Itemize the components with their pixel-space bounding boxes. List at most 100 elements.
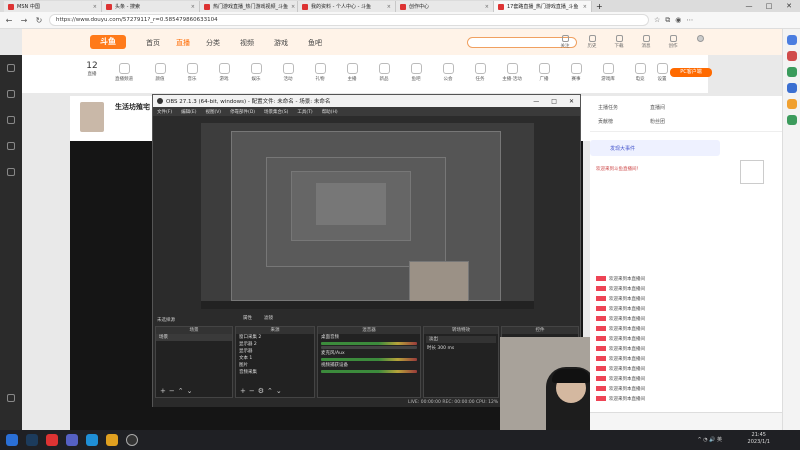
- close-icon[interactable]: ×: [291, 4, 295, 10]
- source-item[interactable]: 显示器 2: [236, 341, 314, 348]
- browser-tab[interactable]: 创作中心 ×: [396, 1, 494, 12]
- category-item[interactable]: 直播频道: [104, 59, 144, 82]
- new-tab-button[interactable]: +: [592, 1, 607, 12]
- shopping-icon[interactable]: [786, 51, 797, 61]
- nav-live[interactable]: 直播: [176, 38, 190, 48]
- nav-video[interactable]: 视频: [240, 38, 254, 48]
- sidebar-item[interactable]: [0, 133, 22, 159]
- source-item[interactable]: 文本 1: [236, 355, 314, 362]
- filters-button[interactable]: 滤镜: [264, 315, 273, 321]
- chat-input[interactable]: [590, 412, 782, 430]
- obs-menu-tools[interactable]: 工具(T): [297, 109, 312, 115]
- steam-icon[interactable]: [26, 434, 38, 446]
- source-toolbar: 属性 滤镜: [243, 315, 273, 321]
- browser-tab[interactable]: 热门游戏直播_热门游戏视频_斗鱼 ×: [200, 1, 298, 12]
- streamer-avatar[interactable]: [80, 102, 104, 132]
- url-input[interactable]: https://www.douyu.com/5727911?_r=0.58547…: [49, 14, 649, 26]
- nav-games[interactable]: 游戏: [274, 38, 288, 48]
- favorites-icon[interactable]: ☆: [654, 16, 660, 24]
- minimize-button[interactable]: —: [740, 0, 758, 12]
- chat-message: 欢迎来到本直播间: [596, 326, 645, 332]
- forward-icon[interactable]: →: [19, 16, 29, 25]
- header-download[interactable]: 下载: [604, 35, 634, 49]
- app-icon[interactable]: [66, 434, 78, 446]
- obs-menu-view[interactable]: 视图(V): [205, 109, 221, 115]
- obs-menu-help[interactable]: 帮助(H): [322, 109, 338, 115]
- sidebar-item[interactable]: [0, 385, 22, 411]
- obs-menu-docks[interactable]: 停靠部件(D): [230, 109, 255, 115]
- browser-tab[interactable]: MSN 中国 ×: [4, 1, 102, 12]
- chat-message: 欢迎来到本直播间: [596, 346, 645, 352]
- collections-icon[interactable]: ⧉: [665, 16, 670, 25]
- site-logo[interactable]: 斗鱼: [90, 35, 126, 49]
- office-icon[interactable]: [786, 83, 797, 93]
- tab-label: 我的资料 - 个人中心 - 斗鱼: [311, 4, 371, 10]
- browser-tab[interactable]: 我的资料 - 个人中心 - 斗鱼 ×: [298, 1, 396, 12]
- browser-tab[interactable]: 头条 - 搜索 ×: [102, 1, 200, 12]
- tab-rank[interactable]: 贡献榜: [598, 118, 613, 125]
- close-icon[interactable]: ✕: [569, 98, 574, 105]
- header-message[interactable]: 消息: [631, 35, 661, 49]
- header-history[interactable]: 历史: [577, 35, 607, 49]
- tab-fans[interactable]: 粉丝团: [650, 118, 665, 125]
- app-icon[interactable]: [46, 434, 58, 446]
- close-icon[interactable]: ×: [583, 4, 587, 10]
- tab-room[interactable]: 直播间: [650, 104, 665, 111]
- scene-controls[interactable]: +−⌃⌄: [160, 387, 195, 395]
- transition-select[interactable]: 淡出: [426, 336, 496, 343]
- obs-icon[interactable]: [126, 434, 138, 446]
- games-icon[interactable]: [786, 99, 797, 109]
- edge-icon[interactable]: [86, 434, 98, 446]
- source-item[interactable]: 图片: [236, 362, 314, 369]
- close-icon[interactable]: ×: [191, 4, 195, 10]
- profile-icon[interactable]: ◉: [675, 16, 681, 24]
- refresh-icon[interactable]: ↻: [34, 16, 44, 25]
- system-tray[interactable]: ^ ◔ 🔊 英: [697, 436, 722, 443]
- sidebar-item[interactable]: [0, 55, 22, 81]
- source-item[interactable]: 音频采集: [236, 369, 314, 376]
- header-user-avatar[interactable]: [685, 35, 715, 43]
- start-icon[interactable]: [6, 434, 18, 446]
- header-follow[interactable]: 关注: [550, 35, 580, 49]
- obs-preview[interactable]: [201, 123, 534, 309]
- add-icon[interactable]: [786, 115, 797, 125]
- close-icon[interactable]: ×: [485, 4, 489, 10]
- more-icon[interactable]: ⋯: [686, 16, 693, 24]
- properties-button[interactable]: 属性: [243, 315, 252, 321]
- maximize-button[interactable]: □: [760, 0, 778, 12]
- close-icon[interactable]: ×: [93, 4, 97, 10]
- scene-item[interactable]: 场景: [156, 334, 232, 341]
- folder-icon[interactable]: [106, 434, 118, 446]
- sidebar-item[interactable]: [0, 159, 22, 185]
- maximize-icon[interactable]: □: [551, 98, 557, 105]
- window-close-button[interactable]: ✕: [780, 0, 798, 12]
- source-item[interactable]: 窗口采集 2: [236, 334, 314, 341]
- duration-input[interactable]: 时长 300 ms: [424, 345, 498, 352]
- category-label: 礼物: [315, 77, 325, 82]
- search-icon[interactable]: [786, 35, 797, 45]
- browser-tab-active[interactable]: 17套路直播_热门游戏直播_斗鱼 ×: [494, 1, 592, 12]
- volume-slider[interactable]: [321, 346, 417, 349]
- tools-icon[interactable]: [786, 67, 797, 77]
- event-banner[interactable]: 发现大事件: [590, 140, 720, 156]
- pc-client-button[interactable]: PC客户端: [670, 68, 712, 77]
- minimize-icon[interactable]: —: [533, 98, 539, 105]
- nav-category[interactable]: 分类: [206, 38, 220, 48]
- chat-message: 欢迎来到本直播间: [596, 316, 645, 322]
- streamer-name[interactable]: 生活坊殖宅: [115, 102, 150, 112]
- back-icon[interactable]: ←: [4, 16, 14, 25]
- close-icon[interactable]: ×: [387, 4, 391, 10]
- sidebar-item[interactable]: [0, 81, 22, 107]
- source-controls[interactable]: +−⚙⌃⌄: [240, 387, 285, 395]
- obs-menu-scenes[interactable]: 场景集合(S): [264, 109, 288, 115]
- nav-home[interactable]: 首页: [146, 38, 160, 48]
- obs-menu-edit[interactable]: 编辑(E): [181, 109, 196, 115]
- sidebar-item[interactable]: [0, 107, 22, 133]
- tab-task[interactable]: 主播任务: [598, 104, 618, 111]
- clock[interactable]: 21:45 2023/1/1: [748, 432, 770, 446]
- header-create[interactable]: 创作: [658, 35, 688, 49]
- source-item[interactable]: 显示器: [236, 348, 314, 355]
- nav-yuba[interactable]: 鱼吧: [308, 38, 322, 48]
- obs-menu-file[interactable]: 文件(F): [157, 109, 172, 115]
- nested-taskbar: [201, 301, 534, 309]
